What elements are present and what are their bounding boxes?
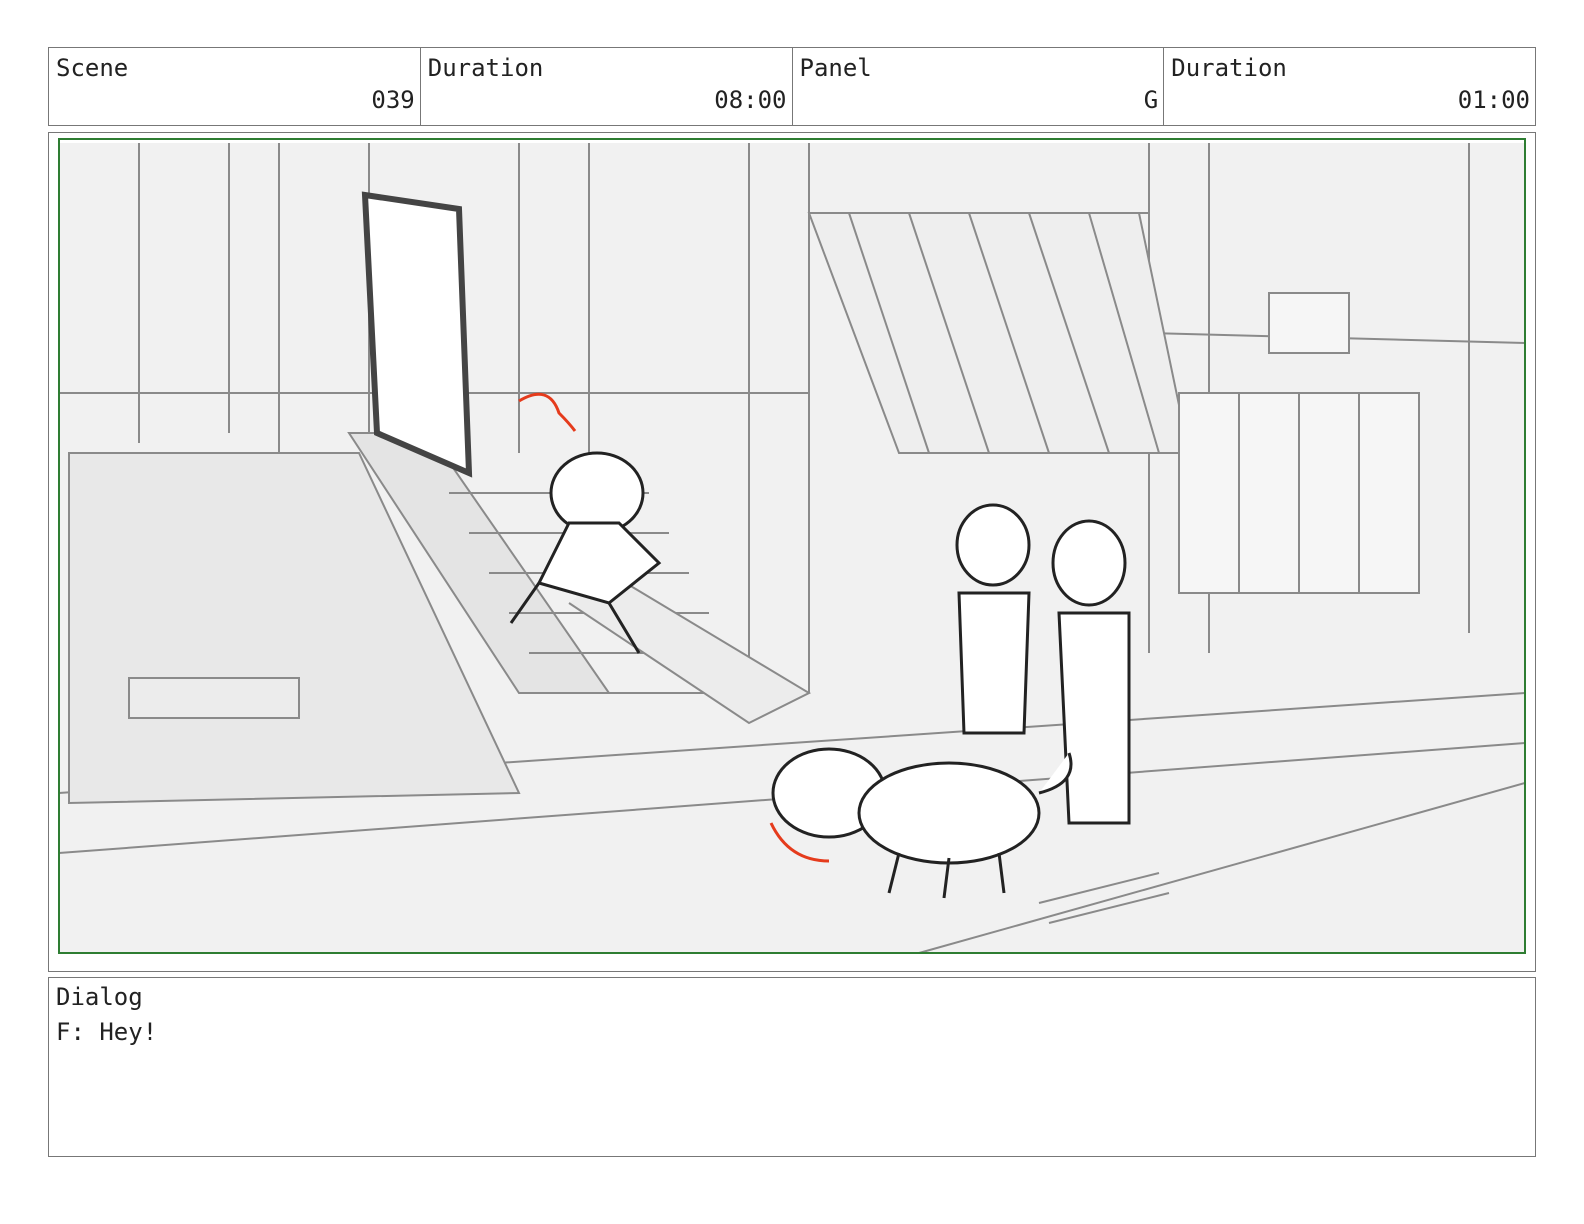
scene-duration-cell: Duration 08:00 <box>421 48 793 125</box>
dialog-box: Dialog F: Hey! <box>48 977 1536 1157</box>
scene-label: Scene <box>56 54 129 82</box>
panel-value: G <box>1143 86 1159 114</box>
panel-cell: Panel G <box>793 48 1165 125</box>
storyboard-panel <box>48 132 1536 972</box>
scene-value: 039 <box>371 86 415 114</box>
scene-cell: Scene 039 <box>49 48 421 125</box>
panel-duration-cell: Duration 01:00 <box>1164 48 1535 125</box>
street-background <box>58 143 1526 954</box>
duration-value: 08:00 <box>714 86 787 114</box>
storyboard-header: Scene 039 Duration 08:00 Panel G Duratio… <box>48 47 1536 126</box>
duration-label: Duration <box>427 54 544 82</box>
panel-sketch <box>58 138 1526 954</box>
dialog-label: Dialog <box>56 983 143 1011</box>
panel-label: Panel <box>799 54 872 82</box>
panel-duration-label: Duration <box>1171 54 1287 82</box>
open-door <box>361 191 473 478</box>
dialog-text: F: Hey! <box>56 1018 158 1046</box>
panel-duration-value: 01:00 <box>1457 86 1530 114</box>
